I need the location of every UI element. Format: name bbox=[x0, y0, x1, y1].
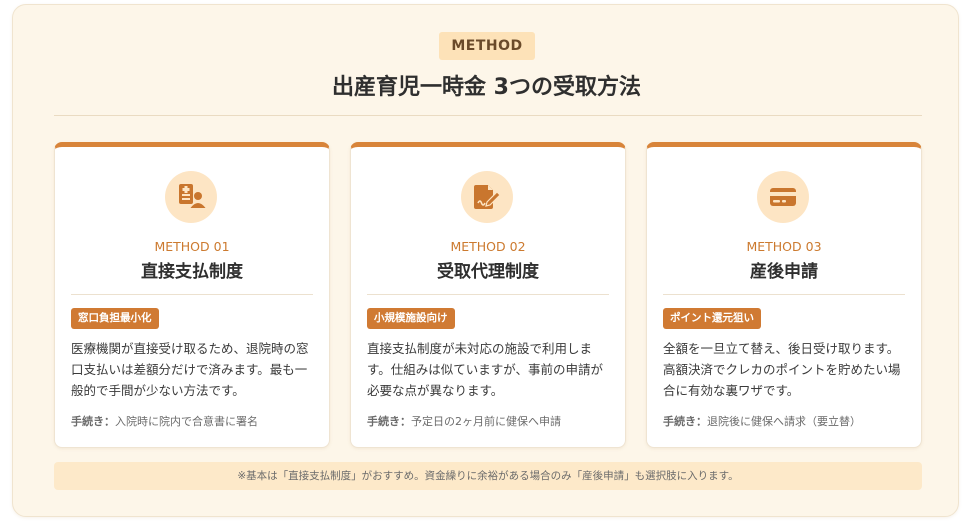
procedure-label: 手続き： bbox=[367, 415, 411, 428]
procedure-text: 退院後に健保へ請求（要立替） bbox=[707, 415, 861, 428]
method-tag: ポイント還元狙い bbox=[663, 308, 761, 329]
method-tag: 小規模施設向け bbox=[367, 308, 455, 329]
page-title: 出産育児一時金 3つの受取方法 bbox=[332, 75, 641, 100]
credit-card-icon bbox=[757, 171, 809, 223]
method-card-1: METHOD 01 直接支払制度 窓口負担最小化 医療機関が直接受け取るため、退… bbox=[54, 142, 330, 448]
method-title: 直接支払制度 bbox=[141, 262, 243, 282]
method-number: METHOD 01 bbox=[154, 239, 230, 254]
method-panel: METHOD 出産育児一時金 3つの受取方法 METHOD 01 直接支払制度 … bbox=[12, 4, 959, 517]
procedure-text: 入院時に院内で合意書に署名 bbox=[115, 415, 258, 428]
method-procedure: 手続き：予定日の2ヶ月前に健保へ申請 bbox=[367, 414, 617, 430]
procedure-label: 手続き： bbox=[663, 415, 707, 428]
method-title: 受取代理制度 bbox=[437, 262, 539, 282]
method-description: 直接支払制度が未対応の施設で利用します。仕組みは似ていますが、事前の申請が必要な… bbox=[367, 341, 604, 398]
document-signature-icon bbox=[461, 171, 513, 223]
method-number: METHOD 02 bbox=[450, 239, 526, 254]
method-number: METHOD 03 bbox=[746, 239, 822, 254]
card-divider bbox=[71, 294, 313, 295]
method-procedure: 手続き：入院時に院内で合意書に署名 bbox=[71, 414, 321, 430]
method-card-2: METHOD 02 受取代理制度 小規模施設向け 直接支払制度が未対応の施設で利… bbox=[350, 142, 626, 448]
method-description: 医療機関が直接受け取るため、退院時の窓口支払いは差額分だけで済みます。最も一般的… bbox=[71, 341, 309, 398]
procedure-text: 予定日の2ヶ月前に健保へ申請 bbox=[411, 415, 561, 428]
card-divider bbox=[367, 294, 609, 295]
document-person-icon bbox=[165, 171, 217, 223]
title-divider bbox=[54, 115, 922, 116]
card-divider bbox=[663, 294, 905, 295]
method-badge: METHOD bbox=[439, 32, 535, 60]
method-description: 全額を一旦立て替え、後日受け取ります。高額決済でクレカのポイントを貯めたい場合に… bbox=[663, 341, 901, 398]
method-procedure: 手続き：退院後に健保へ請求（要立替） bbox=[663, 414, 913, 430]
method-title: 産後申請 bbox=[750, 262, 818, 282]
procedure-label: 手続き： bbox=[71, 415, 115, 428]
method-card-3: METHOD 03 産後申請 ポイント還元狙い 全額を一旦立て替え、後日受け取り… bbox=[646, 142, 922, 448]
footnote: ※基本は「直接支払制度」がおすすめ。資金繰りに余裕がある場合のみ「産後申請」も選… bbox=[54, 462, 922, 490]
method-tag: 窓口負担最小化 bbox=[71, 308, 159, 329]
